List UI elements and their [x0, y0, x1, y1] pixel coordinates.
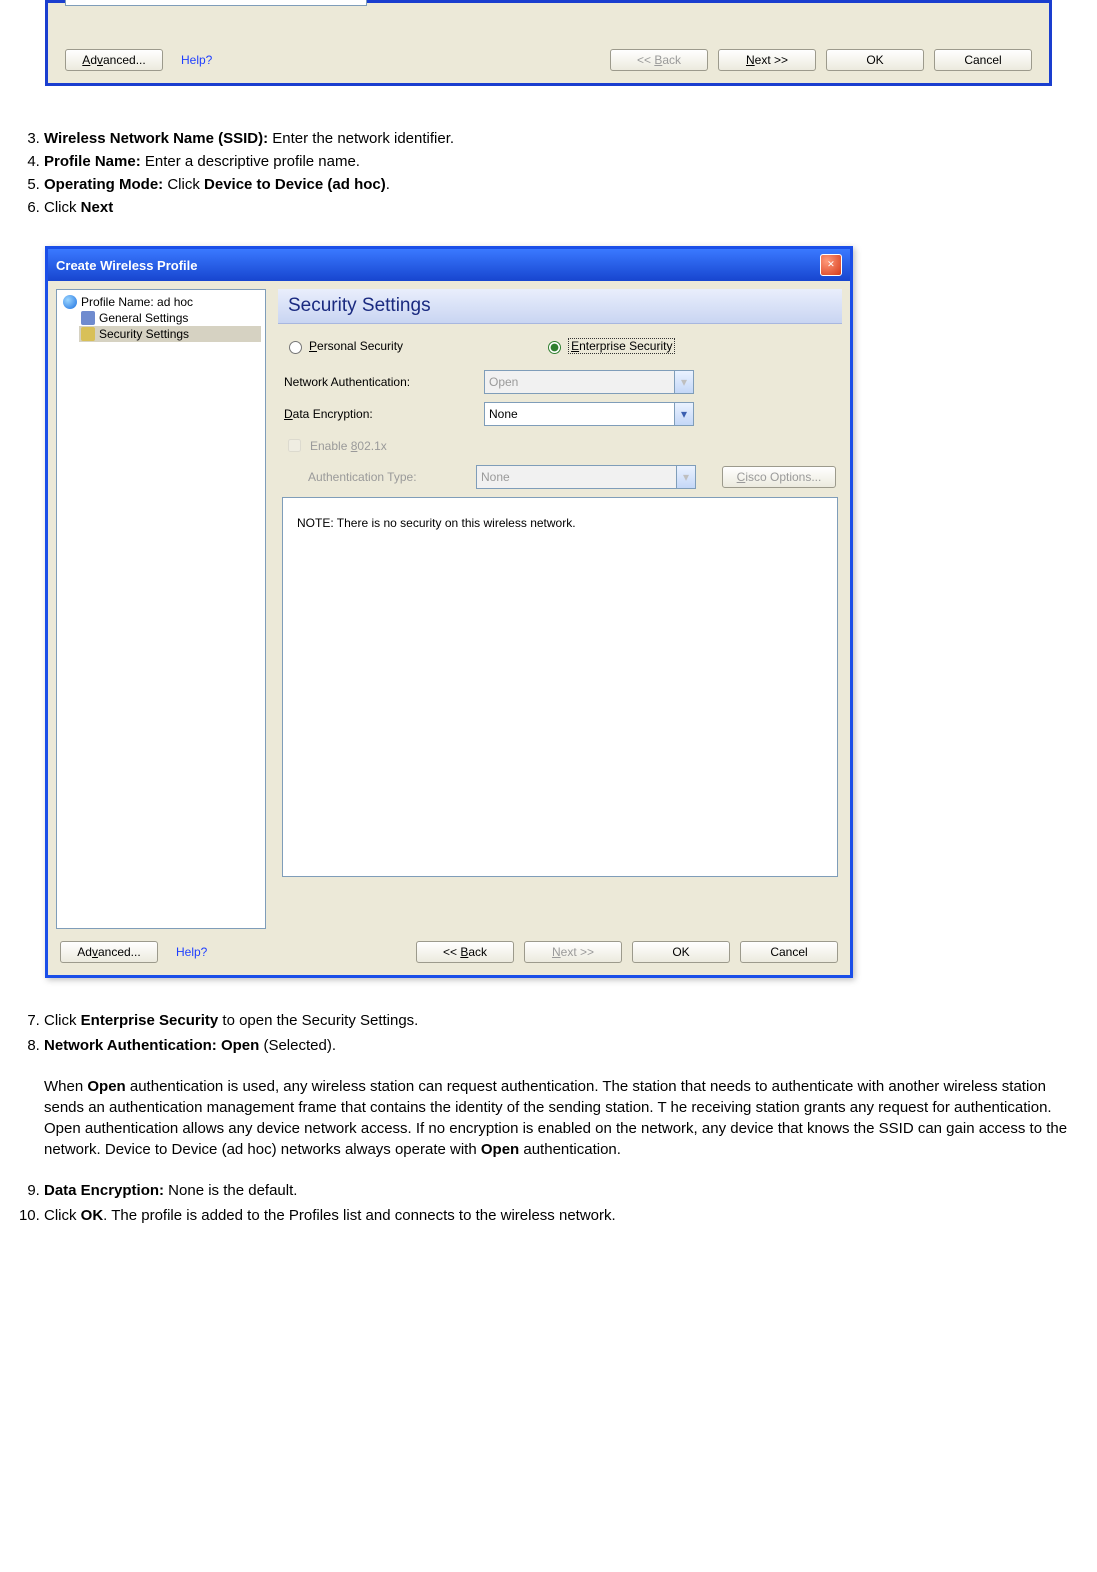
dialog-titlebar: Create Wireless Profile ×	[48, 249, 850, 281]
create-profile-dialog: Create Wireless Profile × Profile Name: …	[45, 246, 853, 978]
checkbox-enable-8021x: Enable 802.1x	[284, 436, 836, 455]
gear-icon	[81, 311, 95, 325]
next-button: Next >>	[524, 941, 622, 963]
radio-enterprise[interactable]: Enterprise Security	[543, 338, 675, 354]
radio-personal[interactable]: Personal Security	[284, 338, 403, 354]
advanced-button[interactable]: Advanced...	[60, 941, 158, 963]
cancel-button[interactable]: Cancel	[740, 941, 838, 963]
nav-tree: Profile Name: ad hoc General Settings Se…	[56, 289, 266, 929]
content-pane: Security Settings Personal Security Ente…	[266, 281, 850, 937]
help-link[interactable]: Help?	[176, 945, 207, 959]
nav-general[interactable]: General Settings	[79, 310, 261, 326]
select-data-enc[interactable]: None▾	[484, 402, 694, 426]
ok-button[interactable]: OK	[826, 49, 924, 71]
partial-input-box[interactable]	[65, 0, 367, 6]
nav-security[interactable]: Security Settings	[79, 326, 261, 342]
cisco-options-button: Cisco Options...	[722, 466, 836, 488]
dialog-button-row: Advanced... Help? << Back Next >> OK Can…	[48, 937, 850, 975]
chevron-down-icon: ▾	[674, 371, 693, 393]
select-auth-type: None▾	[476, 465, 696, 489]
step-4: Profile Name: Enter a descriptive profil…	[44, 151, 1057, 172]
help-link[interactable]: Help?	[181, 53, 212, 67]
top-dialog-partial: AdvAdvanced...anced... Help? << Back Nex…	[45, 0, 1052, 86]
lock-icon	[81, 327, 95, 341]
chevron-down-icon[interactable]: ▾	[674, 403, 693, 425]
back-button[interactable]: << Back	[416, 941, 514, 963]
instruction-list-top: Wireless Network Name (SSID): Enter the …	[14, 128, 1057, 218]
cancel-button[interactable]: Cancel	[934, 49, 1032, 71]
back-button: << Back	[610, 49, 708, 71]
step-6: Click Next	[44, 197, 1057, 218]
step-5: Operating Mode: Click Device to Device (…	[44, 174, 1057, 195]
step-7: Click Enterprise Security to open the Se…	[44, 1010, 1077, 1031]
dialog-title: Create Wireless Profile	[56, 258, 198, 273]
step-10: Click OK. The profile is added to the Pr…	[44, 1205, 1077, 1226]
instruction-list-bottom: Click Enterprise Security to open the Se…	[6, 1010, 1077, 1226]
step-3: Wireless Network Name (SSID): Enter the …	[44, 128, 1057, 149]
advanced-button[interactable]: AdvAdvanced...anced...	[65, 49, 163, 71]
step-9: Data Encryption: None is the default.	[44, 1180, 1077, 1201]
close-icon[interactable]: ×	[820, 254, 842, 276]
label-net-auth: Network Authentication:	[284, 375, 484, 389]
label-data-enc: Data Encryption:	[284, 407, 484, 421]
select-net-auth: Open▾	[484, 370, 694, 394]
chevron-down-icon: ▾	[676, 466, 695, 488]
section-header: Security Settings	[278, 289, 842, 324]
label-auth-type: Authentication Type:	[308, 470, 468, 484]
globe-icon	[63, 295, 77, 309]
next-button[interactable]: Next >>	[718, 49, 816, 71]
top-button-row: AdvAdvanced...anced... Help? << Back Nex…	[65, 49, 1032, 71]
note-box: NOTE: There is no security on this wirel…	[282, 497, 838, 877]
step-8: Network Authentication: Open (Selected).…	[44, 1035, 1077, 1160]
ok-button[interactable]: OK	[632, 941, 730, 963]
nav-profile[interactable]: Profile Name: ad hoc	[61, 294, 261, 310]
